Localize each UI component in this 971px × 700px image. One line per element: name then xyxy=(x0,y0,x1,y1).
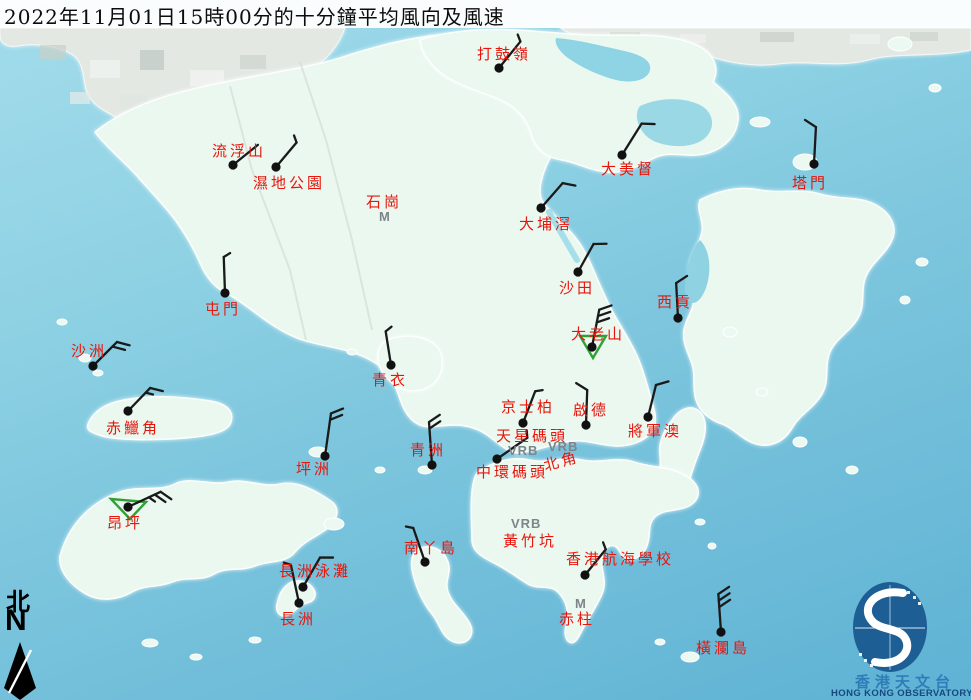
station-status-4: M xyxy=(379,210,391,223)
station-label-1: 打鼓嶺 xyxy=(477,46,531,63)
station-label-28: 長洲泳灘 xyxy=(279,563,351,580)
station-label-22: 青洲 xyxy=(410,442,446,459)
station-label-8: 沙田 xyxy=(559,280,595,297)
title-bar: 2022年11月01日15時00分的十分鐘平均風向及風速 xyxy=(0,0,971,28)
station-label-23: 昂坪 xyxy=(107,515,143,532)
station-label-9: 西貢 xyxy=(657,294,693,311)
station-label-3: 濕地公園 xyxy=(253,175,325,192)
station-label-25: 黃竹坑 xyxy=(503,533,557,550)
station-label-11: 屯門 xyxy=(205,301,241,318)
station-label-19: 中環碼頭 xyxy=(476,464,548,481)
station-status-25: VRB xyxy=(511,517,541,530)
station-status-27: M xyxy=(575,597,587,610)
station-label-27: 赤柱 xyxy=(559,611,595,628)
station-label-17: 將軍澳 xyxy=(628,423,682,440)
station-label-5: 大美督 xyxy=(601,161,655,178)
hko-logo: 香港天文台 HONG KONG OBSERVATORY xyxy=(815,578,971,700)
station-label-30: 橫瀾島 xyxy=(696,640,750,657)
station-status-20: VRB xyxy=(548,440,578,453)
logo-name-en: HONG KONG OBSERVATORY xyxy=(827,688,971,699)
station-label-14: 青衣 xyxy=(372,372,408,389)
station-label-13: 赤鱲角 xyxy=(106,420,160,437)
station-label-21: 坪洲 xyxy=(296,461,332,478)
map-canvas: 打鼓嶺流浮山濕地公園石崗M大美督塔門大埔滘沙田西貢大老山屯門沙洲赤鱲角青衣京士柏… xyxy=(0,0,971,700)
station-label-7: 大埔滘 xyxy=(519,216,573,233)
station-label-10: 大老山 xyxy=(571,326,625,343)
north-arrow-icon xyxy=(0,580,44,700)
station-label-29: 長洲 xyxy=(280,611,316,628)
station-label-12: 沙洲 xyxy=(71,343,107,360)
station-label-6: 塔門 xyxy=(792,175,828,192)
station-label-24: 南丫島 xyxy=(404,540,458,557)
station-label-26: 香港航海學校 xyxy=(566,551,674,568)
station-label-2: 流浮山 xyxy=(212,143,266,160)
station-label-15: 京士柏 xyxy=(501,399,555,416)
map-title: 2022年11月01日15時00分的十分鐘平均風向及風速 xyxy=(4,1,505,30)
station-status-18: VRB xyxy=(508,444,538,457)
station-label-16: 啟德 xyxy=(573,402,609,419)
north-compass: 北 N xyxy=(0,580,44,700)
